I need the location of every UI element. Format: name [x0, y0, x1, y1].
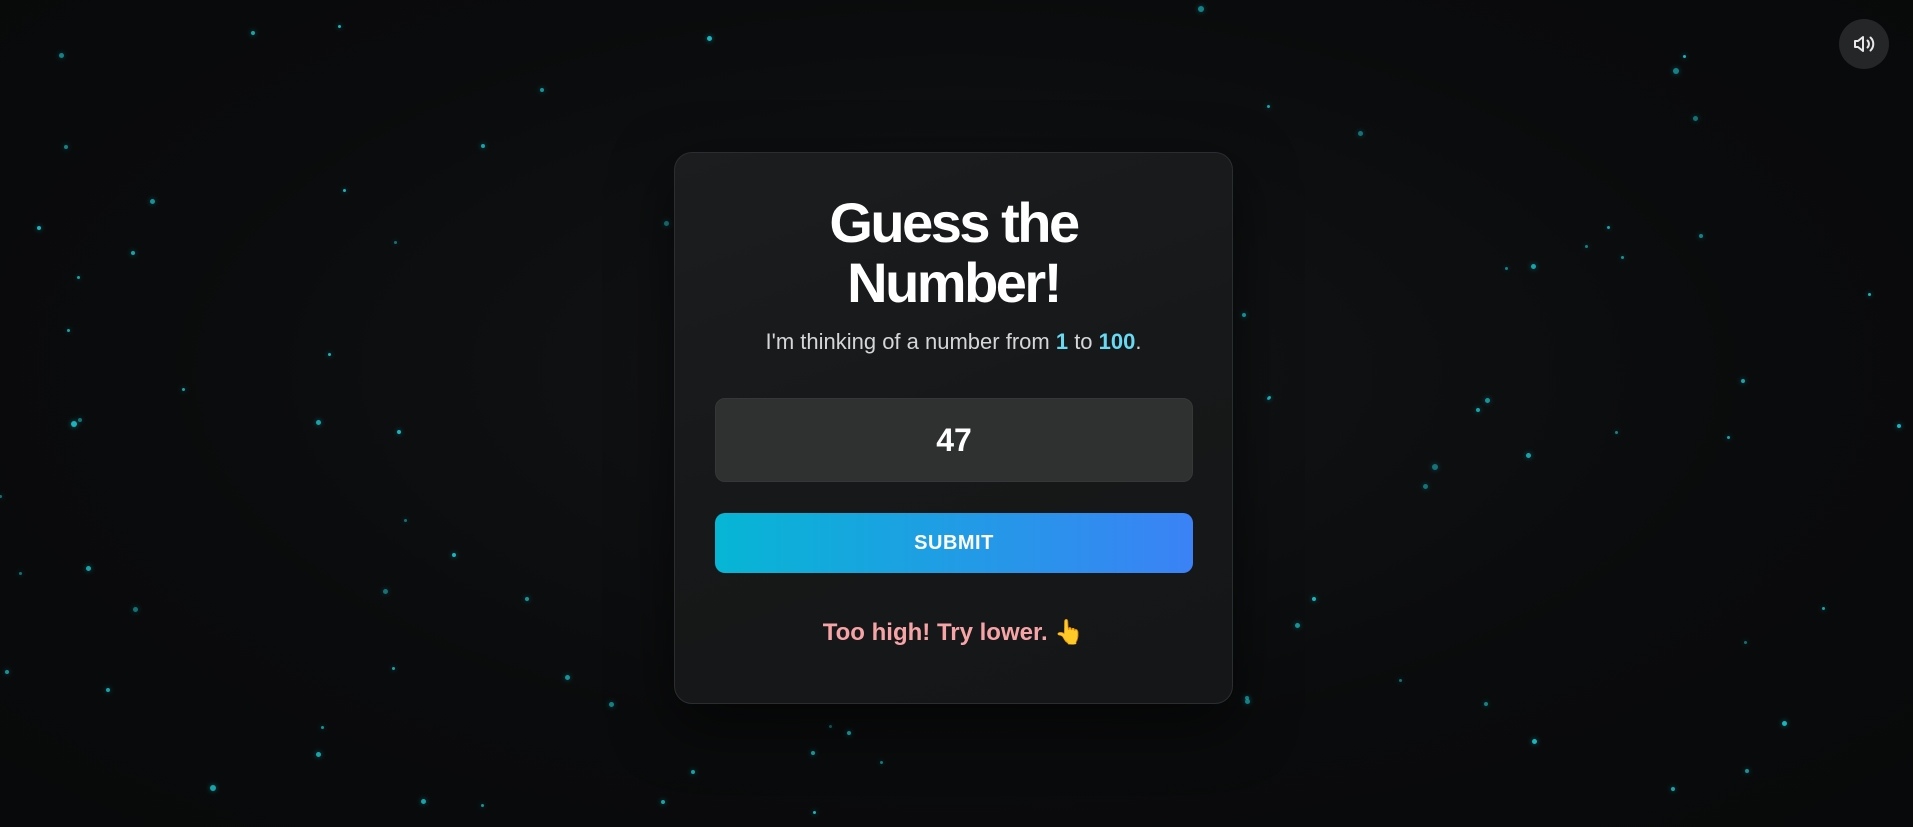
star-particle — [85, 565, 91, 571]
star-particle — [1726, 435, 1730, 439]
star-particle — [391, 666, 395, 670]
star-particle — [337, 24, 341, 28]
star-particle — [181, 387, 185, 391]
star-particle — [18, 571, 22, 575]
feedback-text: Too high! Try lower. — [822, 619, 1048, 646]
star-particle — [397, 430, 401, 434]
star-particle — [78, 418, 82, 422]
star-particle — [76, 275, 80, 279]
star-particle — [706, 35, 712, 41]
game-card: Guess the Number! I'm thinking of a numb… — [674, 152, 1233, 704]
title-line-2: Number! — [847, 251, 1062, 314]
star-particle — [1781, 720, 1787, 726]
star-particle — [315, 419, 321, 425]
star-particle — [131, 251, 135, 255]
speaker-volume-icon — [1854, 36, 1875, 52]
star-particle — [661, 800, 665, 804]
instructions-prefix: I'm thinking of a number from — [765, 329, 1056, 354]
star-particle — [315, 751, 321, 757]
range-max: 100 — [1098, 329, 1136, 354]
star-particle — [481, 144, 485, 148]
instructions-suffix: . — [1135, 329, 1142, 354]
star-particle — [1245, 696, 1249, 700]
star-particle — [452, 553, 456, 557]
star-particle — [320, 725, 324, 729]
feedback-message: Too high! Try lower. 👆 — [675, 617, 1232, 649]
star-particle — [1484, 397, 1490, 403]
star-particle — [1198, 6, 1204, 12]
star-particle — [149, 198, 155, 204]
star-particle — [251, 31, 255, 35]
star-particle — [1745, 769, 1749, 773]
guess-input[interactable] — [715, 398, 1193, 482]
star-particle — [403, 518, 407, 522]
star-particle — [1312, 597, 1316, 601]
star-particle — [5, 670, 9, 674]
title-line-1: Guess the — [829, 191, 1080, 254]
star-particle — [1266, 396, 1270, 400]
star-particle — [58, 52, 64, 58]
star-particle — [0, 494, 2, 498]
sound-toggle-button[interactable] — [1839, 19, 1889, 69]
star-particle — [879, 760, 883, 764]
star-particle — [1692, 115, 1698, 121]
star-particle — [663, 220, 669, 226]
star-particle — [382, 588, 388, 594]
range-min: 1 — [1055, 329, 1069, 354]
star-particle — [1422, 483, 1428, 489]
star-particle — [420, 798, 426, 804]
star-particle — [1673, 68, 1679, 74]
instructions-text: I'm thinking of a number from 1 to 100. — [675, 327, 1232, 357]
star-particle — [1266, 104, 1270, 108]
star-particle — [37, 226, 41, 230]
star-particle — [1682, 54, 1686, 58]
star-particle — [71, 421, 77, 427]
star-particle — [66, 328, 70, 332]
star-particle — [1484, 702, 1488, 706]
pointing-up-emoji-icon: 👆 — [1054, 619, 1085, 646]
star-particle — [812, 810, 816, 814]
star-particle — [847, 731, 851, 735]
star-particle — [1741, 379, 1745, 383]
star-particle — [1620, 255, 1624, 259]
star-particle — [1867, 292, 1871, 296]
star-particle — [608, 701, 614, 707]
star-particle — [1743, 640, 1747, 644]
instructions-mid: to — [1068, 329, 1099, 354]
star-particle — [540, 88, 544, 92]
star-particle — [210, 785, 216, 791]
star-particle — [1614, 430, 1618, 434]
page-title: Guess the Number! — [675, 193, 1232, 313]
star-particle — [1294, 622, 1300, 628]
star-particle — [327, 352, 331, 356]
star-particle — [828, 724, 832, 728]
star-particle — [1504, 266, 1508, 270]
star-particle — [1432, 464, 1438, 470]
star-particle — [811, 751, 815, 755]
star-particle — [1242, 313, 1246, 317]
star-particle — [1357, 130, 1363, 136]
star-particle — [1525, 452, 1531, 458]
star-particle — [1699, 234, 1703, 238]
star-particle — [1671, 787, 1675, 791]
star-particle — [1606, 225, 1610, 229]
star-particle — [1476, 408, 1480, 412]
game-screen: Guess the Number! I'm thinking of a numb… — [0, 0, 1913, 827]
star-particle — [1398, 678, 1402, 682]
star-particle — [342, 188, 346, 192]
star-particle — [64, 145, 68, 149]
star-particle — [1530, 263, 1536, 269]
star-particle — [564, 674, 570, 680]
star-particle — [106, 688, 110, 692]
star-particle — [1584, 244, 1588, 248]
star-particle — [393, 240, 397, 244]
star-particle — [132, 606, 138, 612]
submit-button[interactable]: SUBMIT — [715, 513, 1193, 573]
star-particle — [525, 597, 529, 601]
star-particle — [1531, 738, 1537, 744]
star-particle — [1897, 424, 1901, 428]
star-particle — [691, 770, 695, 774]
star-particle — [480, 803, 484, 807]
star-particle — [1821, 606, 1825, 610]
